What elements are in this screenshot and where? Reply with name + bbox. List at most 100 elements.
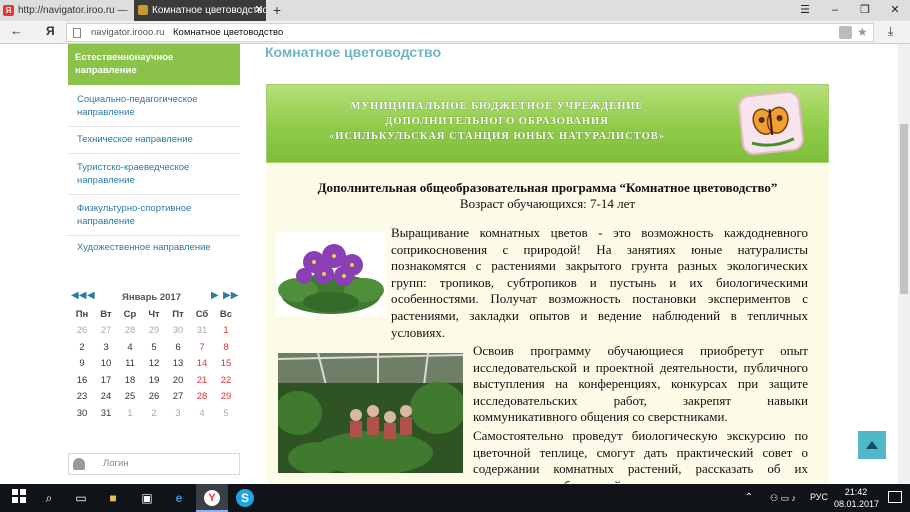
calendar-day[interactable]: 21 [190,373,214,389]
close-tab-icon[interactable]: ✕ [252,0,266,21]
minimize-icon[interactable]: – [820,0,850,21]
institution-banner: МУНИЦИПАЛЬНОЕ БЮДЖЕТНОЕ УЧРЕЖДЕНИЕ ДОПОЛ… [266,84,829,163]
calendar-day[interactable]: 12 [142,356,166,372]
calendar-day[interactable]: 23 [70,389,94,405]
banner-line-3: «ИСИЛЬКУЛЬСКАЯ СТАНЦИЯ ЮНЫХ НАТУРАЛИСТОВ… [328,131,666,142]
sidebar-item-art[interactable]: Художественное направление [68,241,240,261]
protect-icon[interactable] [839,26,852,39]
calendar-day[interactable]: 31 [190,323,214,339]
new-tab-icon[interactable]: + [270,0,284,21]
calendar-day[interactable]: 25 [118,389,142,405]
calendar-day[interactable]: 31 [94,406,118,422]
sidebar-item-social[interactable]: Социально-педагогическое направление [68,93,240,127]
restore-icon[interactable]: ❐ [850,0,880,21]
tab-title: Комнатное цветоводство [152,5,266,16]
store-icon[interactable]: ▣ [138,489,156,507]
sidebar-item-technical[interactable]: Техническое направление [68,133,240,154]
back-icon[interactable]: ← [10,23,23,38]
calendar-day[interactable]: 2 [70,340,94,356]
calendar-weekday: Пн [75,309,89,320]
calendar-day[interactable]: 11 [118,356,142,372]
calendar-day[interactable]: 6 [166,340,190,356]
search-icon[interactable]: ⌕ [40,489,58,507]
calendar-day[interactable]: 22 [214,373,238,389]
calendar-weekday: Пт [172,309,184,320]
calendar-day[interactable]: 17 [94,373,118,389]
calendar-day[interactable]: 29 [142,323,166,339]
clock-time[interactable]: 21:42 [842,487,870,497]
calendar-day[interactable]: 14 [190,356,214,372]
bookmark-star-icon[interactable]: ★ [857,24,868,41]
calendar-day[interactable]: 10 [94,356,118,372]
tab-active[interactable]: Комнатное цветоводство [134,0,266,21]
page-scrollbar[interactable] [898,44,910,484]
calendar-weekday: Сб [195,309,209,320]
calendar-day[interactable]: 1 [118,406,142,422]
calendar-day[interactable]: 15 [214,356,238,372]
calendar-day[interactable]: 13 [166,356,190,372]
sidebar-item-natural-science[interactable]: Естественнонаучное направление [68,44,240,85]
calendar-day[interactable]: 19 [142,373,166,389]
calendar-day[interactable]: 28 [190,389,214,405]
prev-year-icon[interactable]: ◀◀ [71,290,86,301]
prev-month-icon[interactable]: ◀ [87,290,95,301]
station-logo [737,89,805,157]
calendar-day[interactable]: 8 [214,340,238,356]
excursion-paragraph: Самостоятельно проведут биологическую эк… [473,428,808,484]
tray-icons[interactable]: ⚇ ▭ ♪ [760,489,806,507]
tab-navigator[interactable]: http://navigator.iroo.ru — [14,0,132,21]
yandex-browser-taskbar-button[interactable]: Y [196,484,228,512]
greenhouse-photo [278,353,463,473]
calendar-day[interactable]: 26 [142,389,166,405]
clock-date[interactable]: 08.01.2017 [834,499,879,509]
calendar-day[interactable]: 27 [94,323,118,339]
scroll-to-top-button[interactable] [858,431,886,459]
calendar-day[interactable]: 24 [94,389,118,405]
calendar-day[interactable]: 30 [70,406,94,422]
sidebar-item-sport[interactable]: Физкультурно-спортивное направление [68,202,240,236]
calendar-day[interactable]: 1 [214,323,238,339]
yandex-browser-icon: Y [204,490,220,506]
edge-icon[interactable]: e [170,489,188,507]
calendar-day[interactable]: 3 [166,406,190,422]
calendar-day[interactable]: 16 [70,373,94,389]
menu-icon[interactable]: ☰ [790,0,820,21]
yandex-home-icon[interactable]: Я [46,24,55,38]
sidebar: Естественнонаучное направление Социально… [68,44,240,484]
skype-icon[interactable]: S [236,489,254,507]
login-field[interactable]: Логин [68,453,240,475]
calendar-day[interactable]: 7 [190,340,214,356]
next-month-icon[interactable]: ▶ [211,290,219,301]
calendar-day[interactable]: 28 [118,323,142,339]
calendar-day[interactable]: 4 [190,406,214,422]
banner-line-1: МУНИЦИПАЛЬНОЕ БЮДЖЕТНОЕ УЧРЕЖДЕНИЕ [350,101,644,112]
calendar-day[interactable]: 18 [118,373,142,389]
calendar-day[interactable]: 30 [166,323,190,339]
calendar-day[interactable]: 5 [142,340,166,356]
calendar-day[interactable]: 3 [94,340,118,356]
notifications-icon[interactable] [888,491,902,503]
calendar-day[interactable]: 27 [166,389,190,405]
input-language[interactable]: РУС [810,492,828,502]
program-title: Дополнительная общеобразовательная прогр… [317,180,778,195]
skills-paragraph: Освоив программу обучающиеся приобретут … [473,343,808,425]
calendar-day[interactable]: 20 [166,373,190,389]
age-range: Возраст обучающихся: 7-14 лет [459,196,636,211]
page-icon [73,28,81,38]
calendar-day[interactable]: 4 [118,340,142,356]
calendar-day[interactable]: 29 [214,389,238,405]
calendar-day[interactable]: 5 [214,406,238,422]
windows-start-icon[interactable] [10,489,28,507]
tray-chevron-icon[interactable]: ⌃ [740,489,758,507]
url-field[interactable]: navigator.irooo.ru Комнатное цветоводств… [66,23,874,42]
calendar-day[interactable]: 9 [70,356,94,372]
task-view-icon[interactable]: ▭ [72,489,90,507]
close-window-icon[interactable]: ✕ [880,0,910,21]
sidebar-item-tourism[interactable]: Туристско-краеведческое направление [68,161,240,195]
calendar-day[interactable]: 26 [70,323,94,339]
scrollbar-thumb[interactable] [900,124,908,294]
next-year-icon[interactable]: ▶▶ [223,290,238,301]
file-explorer-icon[interactable]: ■ [104,489,122,507]
download-icon[interactable]: ⤓ [888,24,893,39]
calendar-day[interactable]: 2 [142,406,166,422]
